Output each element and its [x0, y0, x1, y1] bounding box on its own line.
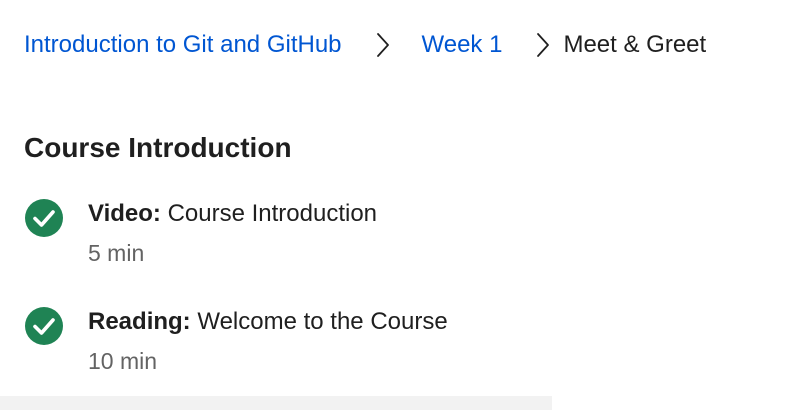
page: Introduction to Git and GitHub Week 1 Me…: [0, 0, 786, 410]
check-circle-icon: [24, 306, 64, 346]
breadcrumb: Introduction to Git and GitHub Week 1 Me…: [24, 28, 706, 62]
lesson-item-body: Reading: Welcome to the Course 10 min: [88, 306, 448, 376]
section-title: Course Introduction: [24, 132, 292, 163]
breadcrumb-week-link[interactable]: Week 1: [422, 28, 503, 62]
breadcrumb-current: Meet & Greet: [563, 31, 707, 58]
lesson-item-reading[interactable]: Reading: Welcome to the Course 10 min: [24, 306, 448, 376]
breadcrumb-course-link[interactable]: Introduction to Git and GitHub: [24, 28, 342, 62]
lesson-item-video[interactable]: Video: Course Introduction 5 min: [24, 198, 377, 268]
chevron-right-icon: [372, 28, 394, 62]
lesson-item-title: Video: Course Introduction: [88, 198, 377, 230]
lesson-duration: 10 min: [88, 348, 158, 374]
lesson-type-label: Reading:: [88, 308, 191, 335]
lesson-type-label: Video:: [88, 200, 161, 227]
chevron-right-icon: [532, 28, 554, 62]
lesson-item-body: Video: Course Introduction 5 min: [88, 198, 377, 268]
lesson-duration: 5 min: [88, 240, 145, 266]
bottom-divider: [0, 396, 552, 410]
lesson-name: Welcome to the Course: [197, 308, 448, 335]
lesson-item-title: Reading: Welcome to the Course: [88, 306, 448, 338]
check-circle-icon: [24, 198, 64, 238]
lesson-name: Course Introduction: [167, 200, 378, 227]
